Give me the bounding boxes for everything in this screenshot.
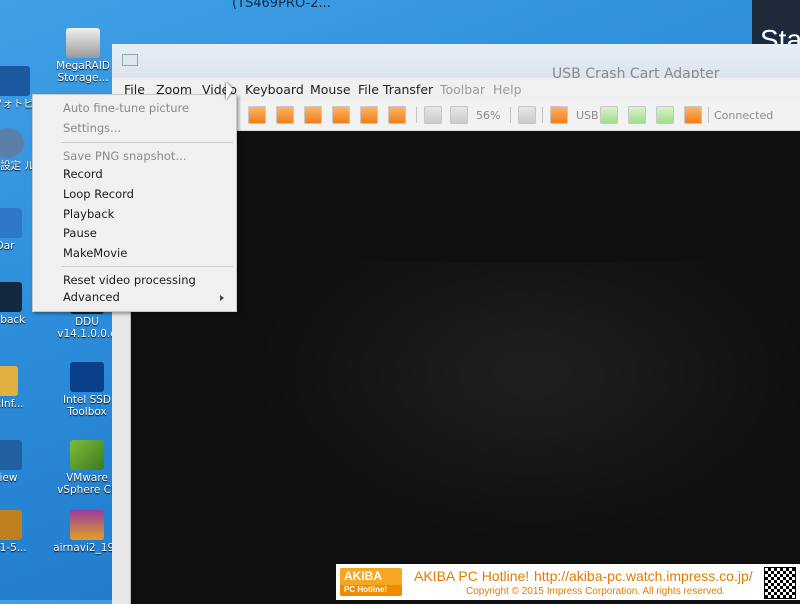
menu-item-record[interactable]: Record	[63, 167, 103, 181]
mouse-icon[interactable]	[684, 106, 702, 124]
pause-icon[interactable]	[360, 106, 378, 124]
desktop-icon-view[interactable]: View	[0, 440, 40, 484]
toolbar-separator	[510, 107, 511, 123]
toolbar-separator	[416, 107, 417, 123]
menu-item-reset-video[interactable]: Reset video processing	[63, 273, 196, 287]
desktop-icon-diskinfo[interactable]: DiskInf...	[0, 366, 36, 410]
menu-help[interactable]: Help	[493, 82, 522, 97]
menu-toolbar[interactable]: Toolbar	[440, 82, 485, 97]
archive-icon	[0, 510, 22, 540]
toolbar: 56% USB Connected	[236, 102, 800, 131]
menu-item-auto-fine-tune[interactable]: Auto fine-tune picture	[63, 101, 189, 115]
desktop-icon-label: DiskInf...	[0, 398, 24, 410]
keyboard-icon[interactable]	[424, 106, 442, 124]
desktop-icon-label: layback	[0, 314, 26, 326]
archive-icon	[70, 510, 104, 540]
menu-item-advanced[interactable]: Advanced	[63, 290, 120, 304]
video-menu-dropdown: Auto fine-tune picture Settings... Save …	[32, 94, 237, 312]
desktop-icon-label: MegaRAID Storage...	[56, 60, 110, 84]
qr-code-icon	[764, 567, 796, 599]
akiba-logo: AKIBA PC Hotline!	[340, 568, 402, 596]
camera-icon[interactable]	[248, 106, 266, 124]
screen-glare	[252, 262, 800, 542]
device-icon[interactable]	[518, 106, 536, 124]
desktop-icon-megaraid[interactable]: MegaRAID Storage...	[48, 28, 118, 84]
photo-app-icon	[0, 66, 30, 96]
toolbar-separator	[542, 107, 543, 123]
watermark-headline: AKIBA PC Hotline!	[414, 568, 530, 584]
connection-status: Connected	[714, 109, 774, 122]
loop-record-icon[interactable]	[304, 106, 322, 124]
menu-item-playback[interactable]: Playback	[63, 207, 114, 221]
gear-icon	[0, 128, 24, 158]
usb-drive-3-icon[interactable]	[656, 106, 674, 124]
submenu-arrow-icon	[220, 295, 224, 301]
watermark-banner: AKIBA PC Hotline! AKIBA PC Hotline! http…	[336, 564, 800, 600]
play-icon[interactable]	[332, 106, 350, 124]
logo-top-text: AKIBA	[344, 569, 382, 583]
menu-item-loop-record[interactable]: Loop Record	[63, 187, 134, 201]
desktop-icon-label: 7-v1-5...	[0, 542, 27, 554]
watermark-copyright: Copyright © 2015 Impress Corporation. Al…	[466, 586, 726, 597]
menu-item-save-png[interactable]: Save PNG snapshot...	[63, 149, 186, 163]
menu-keyboard[interactable]: Keyboard	[245, 82, 304, 97]
intel-icon	[70, 362, 104, 392]
desktop-icon-label: View	[0, 472, 18, 484]
toolbar-separator	[708, 107, 709, 123]
zoom-level: 56%	[476, 109, 501, 122]
logo-bottom-text: PC Hotline!	[344, 585, 388, 594]
mouse-cursor-icon	[226, 82, 233, 100]
watermark-url: http://akiba-pc.watch.impress.co.jp/	[534, 568, 753, 584]
menu-item-makemovie[interactable]: MakeMovie	[63, 246, 127, 260]
usb-drive-2-icon[interactable]	[628, 106, 646, 124]
title-bar[interactable]: USB Crash Cart Adapter	[112, 44, 800, 82]
playback-app-icon	[0, 282, 22, 312]
menu-separator	[61, 266, 233, 267]
record-icon[interactable]	[276, 106, 294, 124]
zoom-icon[interactable]	[450, 106, 468, 124]
movie-icon[interactable]	[388, 106, 406, 124]
usb-label: USB	[576, 109, 599, 122]
app-icon	[0, 208, 22, 238]
database-icon	[66, 28, 100, 58]
usb-cable-icon[interactable]	[550, 106, 568, 124]
disk-icon	[0, 366, 18, 396]
view-app-icon	[0, 440, 22, 470]
menu-item-pause[interactable]: Pause	[63, 226, 97, 240]
app-window-icon	[122, 54, 138, 66]
menu-mouse[interactable]: Mouse	[310, 82, 351, 97]
desktop-top-label: (TS469PRO-2...	[232, 0, 331, 11]
vmware-icon	[70, 440, 104, 470]
menu-file-transfer[interactable]: File Transfer	[358, 82, 433, 97]
desktop-icon-archive-1[interactable]: 7-v1-5...	[0, 510, 40, 554]
usb-drive-icon[interactable]	[600, 106, 618, 124]
menu-separator	[61, 142, 233, 143]
menu-item-settings[interactable]: Settings...	[63, 121, 121, 135]
